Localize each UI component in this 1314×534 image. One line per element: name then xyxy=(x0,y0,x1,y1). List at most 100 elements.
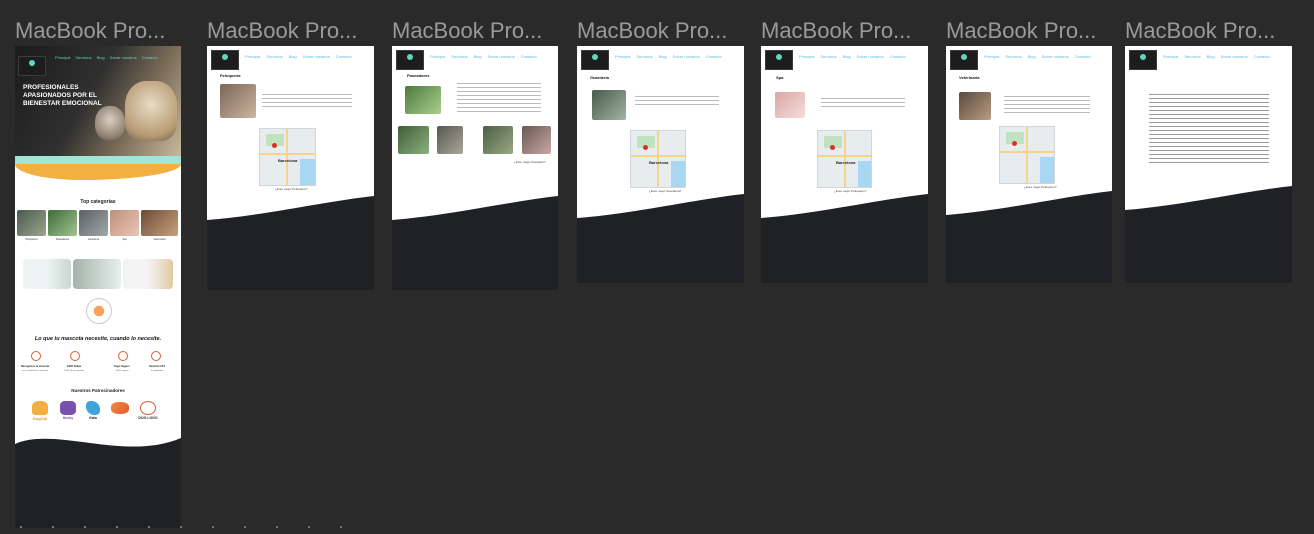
nav-item[interactable]: Servicios xyxy=(451,54,467,59)
frame-label[interactable]: MacBook Pro... xyxy=(15,18,165,44)
page-heading: Peluquería xyxy=(220,73,241,78)
category-thumb[interactable] xyxy=(48,210,77,236)
map[interactable]: Barcelona xyxy=(259,128,316,186)
marker-dot xyxy=(212,526,214,528)
logo[interactable] xyxy=(950,50,978,70)
nav-item[interactable]: Servicios xyxy=(636,54,652,59)
nav-item[interactable]: Contacto xyxy=(521,54,537,59)
nav-item[interactable]: Servicios xyxy=(820,54,836,59)
map[interactable] xyxy=(999,126,1055,184)
frame-paseadores[interactable]: Principal Servicios Blog Sobre nosotros … xyxy=(392,46,558,290)
promo-card[interactable] xyxy=(23,259,71,289)
nav-item[interactable]: Blog xyxy=(474,54,482,59)
logo[interactable] xyxy=(765,50,793,70)
nav-item[interactable]: Blog xyxy=(843,54,851,59)
frame-label[interactable]: MacBook Pro... xyxy=(207,18,357,44)
nav-item[interactable]: Contacto xyxy=(142,55,158,60)
frame-guarderia[interactable]: Principal Servicios Blog Sobre nosotros … xyxy=(577,46,744,283)
gallery-image xyxy=(398,126,429,154)
marker-dot xyxy=(180,526,182,528)
frame-home[interactable]: Principal Servicios Blog Sobre nosotros … xyxy=(15,46,181,528)
dog-image xyxy=(125,81,177,141)
canvas-marker-row xyxy=(20,526,342,528)
map-link[interactable]: ¿Eres mejor Peluquero? xyxy=(834,189,867,193)
hero-title: PROFESIONALES APASIONADOS POR EL BIENEST… xyxy=(23,84,102,107)
categories-title: Top categorias xyxy=(80,199,116,205)
nav-item[interactable]: Sobre nosotros xyxy=(673,54,700,59)
nav-item[interactable]: Principal xyxy=(799,54,814,59)
nav-item[interactable]: Blog xyxy=(1028,54,1036,59)
about-text xyxy=(1149,94,1269,166)
nav-item[interactable]: Principal xyxy=(55,55,70,60)
footer xyxy=(1125,219,1292,283)
nav-item[interactable]: Contacto xyxy=(1075,54,1091,59)
category-thumb[interactable] xyxy=(79,210,108,236)
nav-item[interactable]: Sobre nosotros xyxy=(1221,54,1248,59)
marker-dot xyxy=(308,526,310,528)
footer xyxy=(207,229,374,290)
map-link[interactable]: ¿Eres mejor Peluquero? xyxy=(1024,185,1057,189)
nav-item[interactable]: Sobre nosotros xyxy=(488,54,515,59)
sponsor-logo[interactable] xyxy=(32,401,48,415)
frame-label[interactable]: MacBook Pro... xyxy=(1125,18,1275,44)
frame-label[interactable]: MacBook Pro... xyxy=(761,18,911,44)
frame-spa[interactable]: Principal Servicios Blog Sobre nosotros … xyxy=(761,46,928,283)
frame-sobre-nosotros[interactable]: Principal Servicios Blog Sobre nosotros … xyxy=(1125,46,1292,283)
sponsor-logo[interactable] xyxy=(140,401,156,415)
nav-item[interactable]: Contacto xyxy=(1254,54,1270,59)
nav-item[interactable]: Principal xyxy=(430,54,445,59)
cat-image xyxy=(95,106,125,141)
map-city: Barcelona xyxy=(649,160,669,165)
nav-item[interactable]: Blog xyxy=(1207,54,1215,59)
nav-item[interactable]: Blog xyxy=(659,54,667,59)
nav-item[interactable]: Principal xyxy=(984,54,999,59)
nav-item[interactable]: Sobre nosotros xyxy=(857,54,884,59)
promo-card[interactable] xyxy=(123,259,173,289)
nav-item[interactable]: Principal xyxy=(245,54,260,59)
nav-item[interactable]: Principal xyxy=(1163,54,1178,59)
feature-title: 100% Fiable xyxy=(66,365,82,368)
frame-label[interactable]: MacBook Pro... xyxy=(946,18,1096,44)
frame-label[interactable]: MacBook Pro... xyxy=(392,18,542,44)
map[interactable]: Barcelona xyxy=(817,130,872,188)
nav-item[interactable]: Sobre nosotros xyxy=(110,55,137,60)
logo[interactable] xyxy=(581,50,609,70)
category-thumb[interactable] xyxy=(110,210,139,236)
leaf-icon xyxy=(86,298,112,324)
nav-item[interactable]: Servicios xyxy=(1184,54,1200,59)
nav-item[interactable]: Contacto xyxy=(336,54,352,59)
map[interactable]: Barcelona xyxy=(630,130,686,188)
frame-veterinaria[interactable]: Principal Servicios Blog Sobre nosotros … xyxy=(946,46,1112,283)
nav-item[interactable]: Servicios xyxy=(266,54,282,59)
nav-item[interactable]: Sobre nosotros xyxy=(303,54,330,59)
nav-item[interactable]: Servicios xyxy=(1005,54,1021,59)
feature-text: 100% seguro xyxy=(115,370,129,372)
page-nav: Principal Servicios Blog Sobre nosotros … xyxy=(430,54,537,59)
home-nav: Principal Servicios Blog Sobre nosotros … xyxy=(55,55,158,60)
nav-item[interactable]: Principal xyxy=(615,54,630,59)
logo[interactable] xyxy=(396,50,424,70)
sponsor-logo[interactable] xyxy=(86,401,100,415)
promo-card[interactable] xyxy=(73,259,121,289)
category-thumb[interactable] xyxy=(141,210,178,236)
map-link[interactable]: ¿Eres mejor Guardería? xyxy=(649,189,681,193)
sponsor-logo[interactable] xyxy=(60,401,76,415)
service-image xyxy=(775,92,805,118)
frame-label[interactable]: MacBook Pro... xyxy=(577,18,727,44)
frame-peluqueria[interactable]: Principal Servicios Blog Sobre nosotros … xyxy=(207,46,374,290)
marker-dot xyxy=(340,526,342,528)
nav-item[interactable]: Contacto xyxy=(706,54,722,59)
category-thumb[interactable] xyxy=(17,210,46,236)
map-link[interactable]: ¿Eres mejor Peluquero? xyxy=(275,187,308,191)
nav-item[interactable]: Contacto xyxy=(890,54,906,59)
logo[interactable] xyxy=(1129,50,1157,70)
nav-item[interactable]: Blog xyxy=(97,55,105,60)
sponsor-logo[interactable] xyxy=(111,402,129,414)
logo[interactable] xyxy=(18,56,46,76)
nav-item[interactable]: Blog xyxy=(289,54,297,59)
nav-item[interactable]: Servicios xyxy=(75,55,91,60)
nav-item[interactable]: Sobre nosotros xyxy=(1042,54,1069,59)
gallery-image xyxy=(437,126,463,154)
map-link[interactable]: ¿Eres mejor Paseador? xyxy=(514,160,546,164)
logo[interactable] xyxy=(211,50,239,70)
